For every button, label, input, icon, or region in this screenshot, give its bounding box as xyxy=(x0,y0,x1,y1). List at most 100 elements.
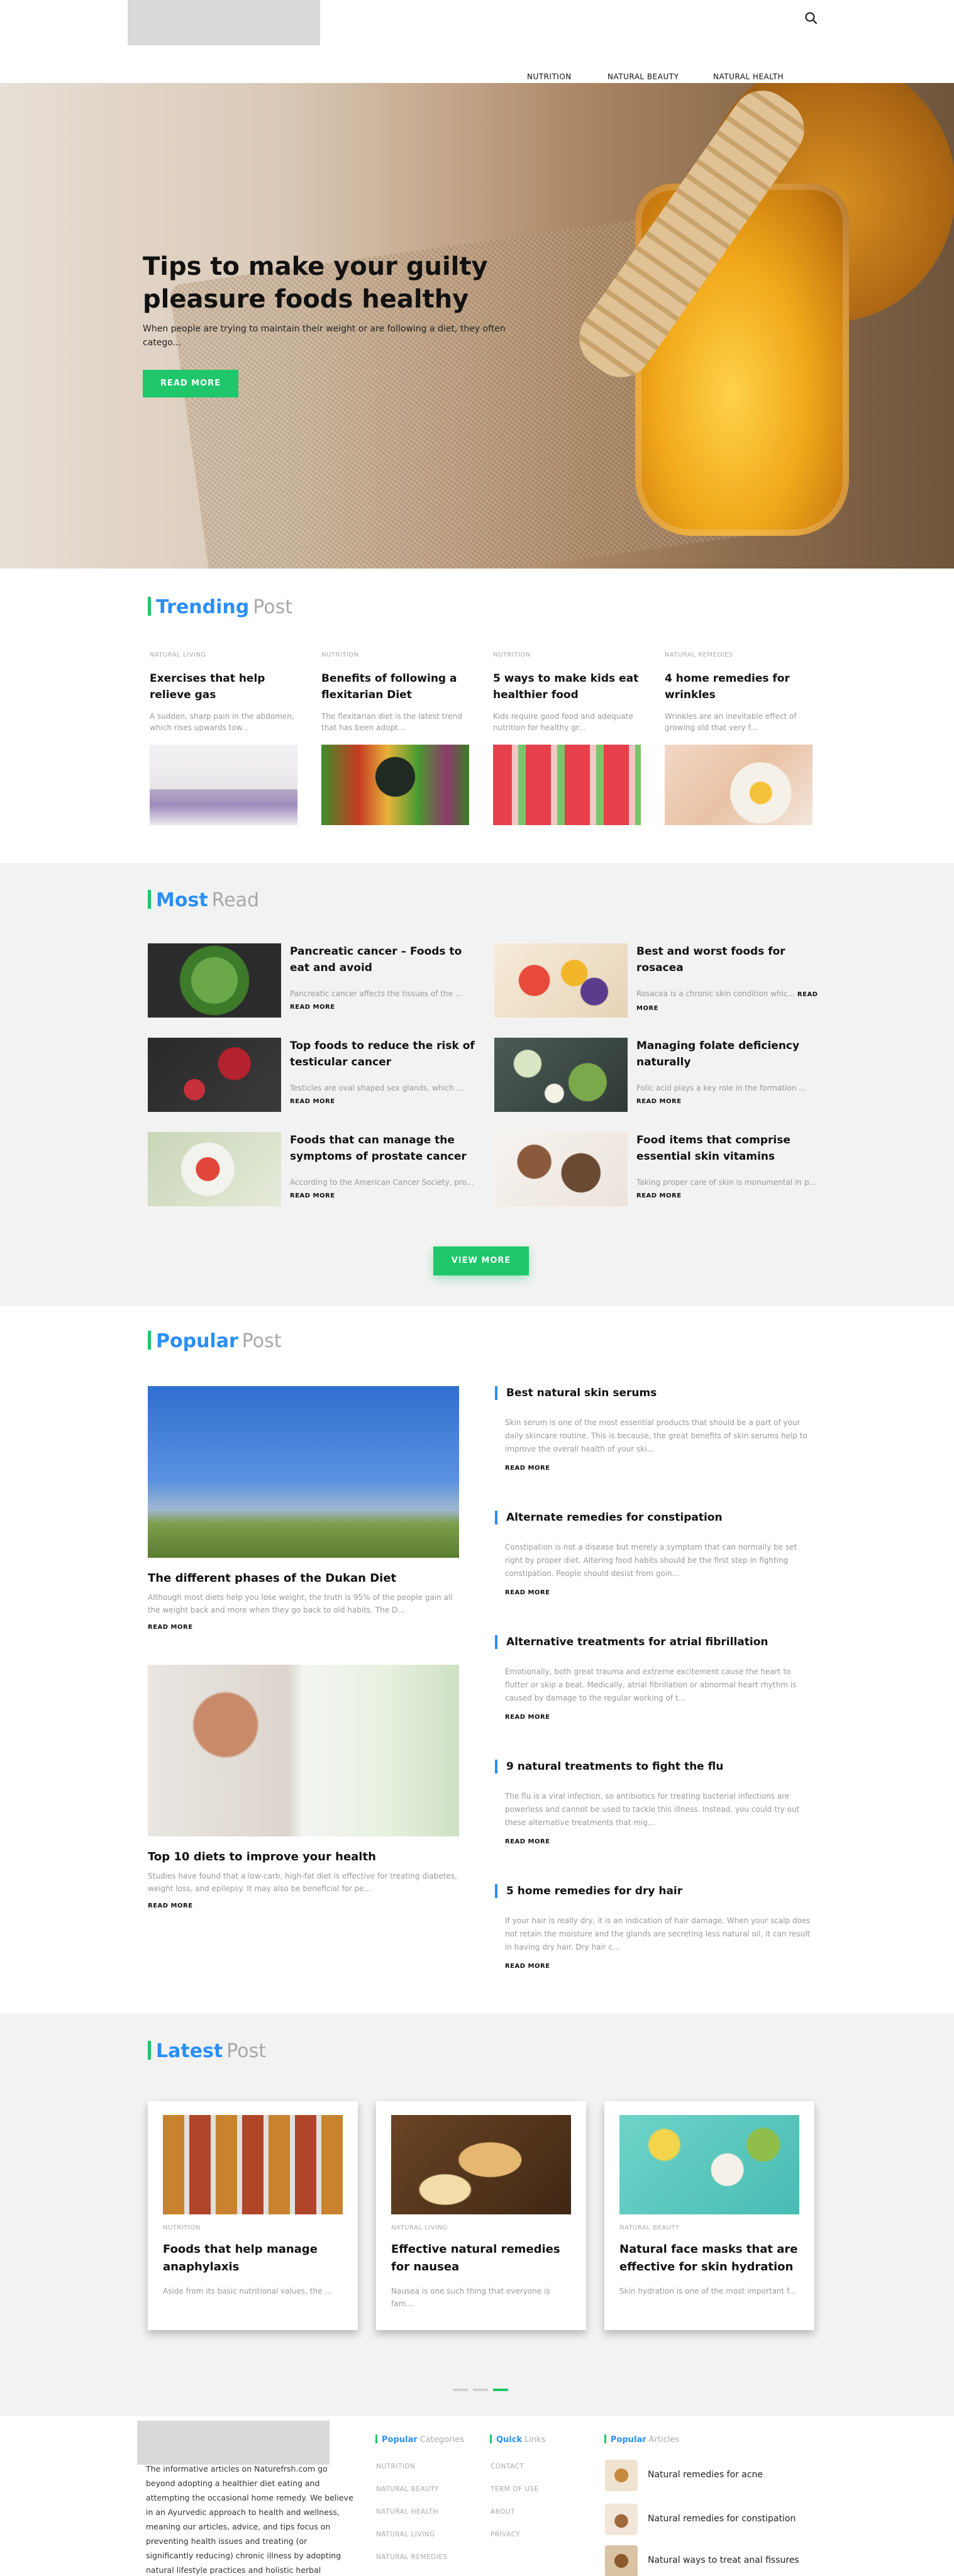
footer-about-link[interactable]: ABOUT xyxy=(491,2508,515,2516)
card-category[interactable]: NUTRITION xyxy=(493,652,641,660)
item-image[interactable] xyxy=(494,1038,628,1112)
carousel-dot-active[interactable] xyxy=(493,2389,508,2391)
card-image[interactable] xyxy=(493,745,641,825)
read-more-link[interactable]: READ MORE xyxy=(290,1004,335,1011)
footer-contact-link[interactable]: CONTACT xyxy=(491,2463,524,2470)
carousel-dot[interactable] xyxy=(453,2389,468,2391)
card-title[interactable]: 5 ways to make kids eat healthier food xyxy=(493,670,641,704)
most-read-item[interactable]: Pancreatic cancer – Foods to eat and avo… xyxy=(148,943,481,1018)
read-more-link[interactable]: READ MORE xyxy=(495,1963,816,1970)
read-more-link[interactable]: READ MORE xyxy=(148,1902,459,1909)
popular-list-item[interactable]: Best natural skin serums Skin serum is o… xyxy=(495,1386,816,1472)
card-title[interactable]: Benefits of following a flexitarian Diet xyxy=(321,670,469,704)
card-category[interactable]: NATURAL LIVING xyxy=(391,2224,448,2231)
post-image[interactable] xyxy=(148,1386,459,1558)
footer-category-link[interactable]: NUTRITION xyxy=(376,2463,415,2470)
card-title[interactable]: Effective natural remedies for nausea xyxy=(391,2241,571,2276)
nav-natural-health[interactable]: NATURAL HEALTH xyxy=(713,72,784,81)
trending-card[interactable]: NUTRITION 5 ways to make kids eat health… xyxy=(493,652,641,825)
carousel-dot[interactable] xyxy=(473,2389,488,2391)
footer-logo[interactable] xyxy=(137,2421,330,2465)
card-image[interactable] xyxy=(619,2115,799,2214)
most-read-item[interactable]: Best and worst foods for rosacea Rosacea… xyxy=(494,943,828,1018)
item-image[interactable] xyxy=(148,1132,281,1206)
item-image[interactable] xyxy=(148,943,281,1018)
read-more-link[interactable]: READ MORE xyxy=(495,1465,816,1472)
hero-read-more-button[interactable]: READ MORE xyxy=(143,370,238,397)
trending-card[interactable]: NATURAL REMEDIES 4 home remedies for wri… xyxy=(665,652,813,825)
trending-card[interactable]: NUTRITION Benefits of following a flexit… xyxy=(321,652,469,825)
item-image[interactable] xyxy=(148,1038,281,1112)
latest-card[interactable]: NATURAL LIVING Effective natural remedie… xyxy=(376,2101,586,2330)
footer-privacy-link[interactable]: PRIVACY xyxy=(491,2531,520,2538)
card-category[interactable]: NUTRITION xyxy=(163,2224,201,2231)
item-title[interactable]: Alternative treatments for atrial fibril… xyxy=(495,1635,816,1649)
post-title[interactable]: The different phases of the Dukan Diet xyxy=(148,1572,459,1585)
card-image[interactable] xyxy=(163,2115,343,2214)
popular-list-item[interactable]: 5 home remedies for dry hair If your hai… xyxy=(495,1884,816,1970)
read-more-link[interactable]: READ MORE xyxy=(495,1714,816,1721)
article-thumbnail[interactable] xyxy=(605,2504,638,2535)
footer-category-link[interactable]: NATURAL REMEDIES xyxy=(376,2553,448,2561)
footer-category-link[interactable]: NATURAL LIVING xyxy=(376,2531,435,2538)
item-image[interactable] xyxy=(494,1132,628,1206)
card-category[interactable]: NATURAL BEAUTY xyxy=(619,2224,680,2231)
popular-list-item[interactable]: 9 natural treatments to fight the flu Th… xyxy=(495,1760,816,1845)
card-image[interactable] xyxy=(665,745,813,825)
view-more-button[interactable]: VIEW MORE xyxy=(433,1246,529,1275)
item-title[interactable]: Pancreatic cancer – Foods to eat and avo… xyxy=(290,943,479,976)
card-image[interactable] xyxy=(391,2115,571,2214)
card-image[interactable] xyxy=(321,745,469,825)
item-title[interactable]: Alternate remedies for constipation xyxy=(495,1511,816,1524)
card-category[interactable]: NUTRITION xyxy=(321,652,469,660)
search-icon[interactable] xyxy=(803,10,819,26)
card-category[interactable]: NATURAL REMEDIES xyxy=(665,652,813,660)
card-image[interactable] xyxy=(150,745,297,825)
article-title[interactable]: Natural ways to treat anal fissures xyxy=(648,2555,799,2565)
latest-card[interactable]: NATURAL BEAUTY Natural face masks that a… xyxy=(604,2101,814,2330)
card-title[interactable]: Exercises that help relieve gas xyxy=(150,670,297,704)
footer-terms-link[interactable]: TERM OF USE xyxy=(491,2485,539,2493)
popular-list-item[interactable]: Alternate remedies for constipation Cons… xyxy=(495,1511,816,1596)
hero-title[interactable]: Tips to make your guilty pleasure foods … xyxy=(143,250,520,316)
read-more-link[interactable]: READ MORE xyxy=(636,1098,682,1105)
most-read-item[interactable]: Food items that comprise essential skin … xyxy=(494,1132,828,1206)
post-image[interactable] xyxy=(148,1665,459,1836)
item-title[interactable]: 9 natural treatments to fight the flu xyxy=(495,1760,816,1774)
read-more-link[interactable]: READ MORE xyxy=(495,1589,816,1596)
site-logo[interactable] xyxy=(128,0,320,45)
card-title[interactable]: Foods that help manage anaphylaxis xyxy=(163,2241,343,2276)
footer-category-link[interactable]: NATURAL BEAUTY xyxy=(376,2485,439,2493)
popular-list-item[interactable]: Alternative treatments for atrial fibril… xyxy=(495,1635,816,1721)
article-title[interactable]: Natural remedies for acne xyxy=(648,2470,763,2480)
item-title[interactable]: Top foods to reduce the risk of testicul… xyxy=(290,1038,479,1070)
item-title[interactable]: Best and worst foods for rosacea xyxy=(636,943,825,976)
item-title[interactable]: Managing folate deficiency naturally xyxy=(636,1038,825,1070)
most-read-item[interactable]: Top foods to reduce the risk of testicul… xyxy=(148,1038,481,1112)
footer-category-link[interactable]: NATURAL HEALTH xyxy=(376,2508,438,2516)
card-title[interactable]: 4 home remedies for wrinkles xyxy=(665,670,813,704)
article-thumbnail[interactable] xyxy=(605,2545,638,2576)
footer-article-item[interactable]: Natural remedies for acne xyxy=(605,2460,831,2491)
nav-nutrition[interactable]: NUTRITION xyxy=(527,72,572,81)
popular-featured-post[interactable]: The different phases of the Dukan Diet A… xyxy=(148,1386,459,1631)
most-read-item[interactable]: Managing folate deficiency naturally Fol… xyxy=(494,1038,828,1112)
item-title[interactable]: Foods that can manage the symptoms of pr… xyxy=(290,1132,479,1165)
footer-article-item[interactable]: Natural ways to treat anal fissures xyxy=(605,2545,831,2576)
article-title[interactable]: Natural remedies for constipation xyxy=(648,2514,796,2524)
most-read-item[interactable]: Foods that can manage the symptoms of pr… xyxy=(148,1132,481,1206)
footer-article-item[interactable]: Natural remedies for constipation xyxy=(605,2504,831,2535)
latest-card[interactable]: NUTRITION Foods that help manage anaphyl… xyxy=(148,2101,358,2330)
read-more-link[interactable]: READ MORE xyxy=(636,1192,682,1199)
card-title[interactable]: Natural face masks that are effective fo… xyxy=(619,2241,799,2276)
read-more-link[interactable]: READ MORE xyxy=(148,1624,459,1631)
card-category[interactable]: NATURAL LIVING xyxy=(150,652,297,660)
item-title[interactable]: Best natural skin serums xyxy=(495,1386,816,1400)
popular-featured-post[interactable]: Top 10 diets to improve your health Stud… xyxy=(148,1665,459,1909)
nav-natural-beauty[interactable]: NATURAL BEAUTY xyxy=(607,72,679,81)
item-image[interactable] xyxy=(494,943,628,1018)
item-title[interactable]: Food items that comprise essential skin … xyxy=(636,1132,825,1165)
read-more-link[interactable]: READ MORE xyxy=(290,1192,335,1199)
trending-card[interactable]: NATURAL LIVING Exercises that help relie… xyxy=(150,652,297,825)
post-title[interactable]: Top 10 diets to improve your health xyxy=(148,1850,459,1863)
